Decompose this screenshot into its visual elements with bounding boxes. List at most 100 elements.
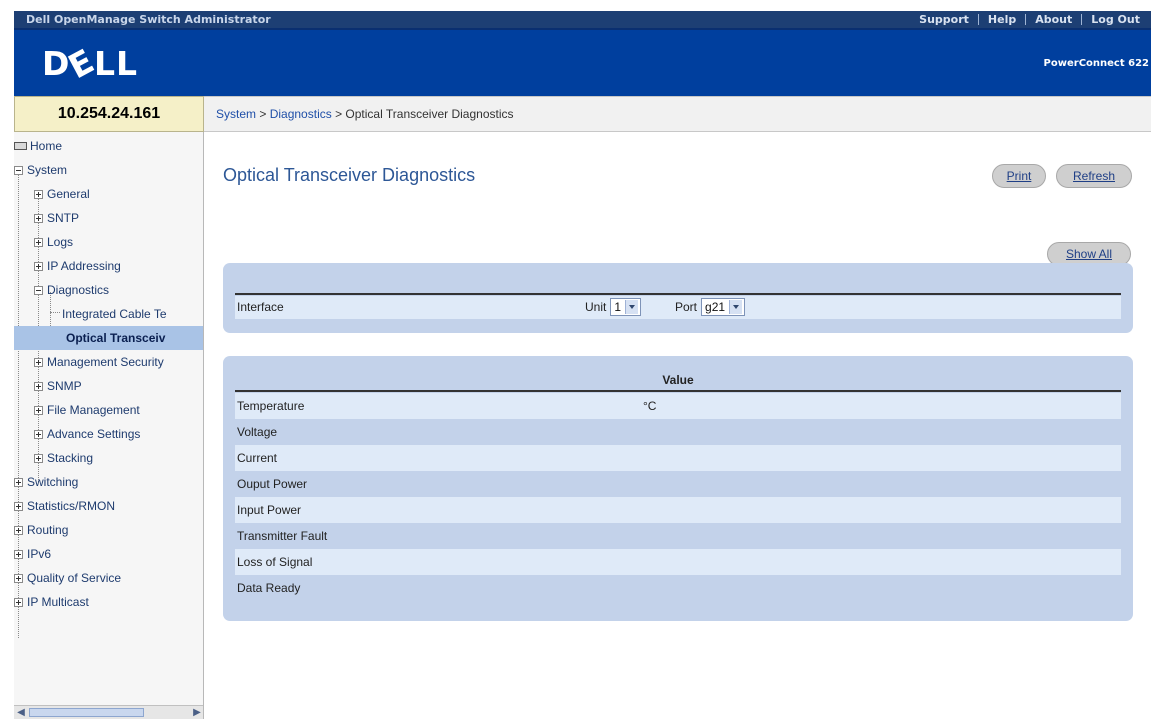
- table-row: Temperature °C: [235, 393, 1121, 419]
- breadcrumb-current: Optical Transceiver Diagnostics: [345, 107, 514, 121]
- refresh-button[interactable]: Refresh: [1056, 164, 1132, 188]
- nav-item-label: Logs: [47, 235, 74, 249]
- unit-select-value: 1: [614, 300, 622, 314]
- nav-item-general[interactable]: General: [34, 182, 90, 206]
- breadcrumb-separator: >: [256, 107, 270, 121]
- scroll-right-arrow-icon[interactable]: ▶: [190, 706, 203, 719]
- port-select[interactable]: g21: [701, 298, 746, 316]
- nav-item-label: SNTP: [47, 211, 80, 225]
- interface-panel: Interface Unit 1 Port g21: [223, 263, 1133, 333]
- nav-item-integrated-cable-test[interactable]: Integrated Cable Te: [62, 302, 167, 326]
- nav-item-switching[interactable]: Switching: [14, 470, 78, 494]
- expand-icon[interactable]: [34, 405, 43, 415]
- breadcrumb-system[interactable]: System: [216, 107, 256, 121]
- main-content: Optical Transceiver Diagnostics Print Re…: [205, 133, 1151, 719]
- nav-item-ip-addressing[interactable]: IP Addressing: [34, 254, 121, 278]
- nav-item-label: Switching: [27, 475, 79, 489]
- expand-icon[interactable]: [14, 525, 23, 535]
- expand-icon[interactable]: [34, 237, 43, 247]
- nav-item-label: General: [47, 187, 90, 201]
- expand-icon[interactable]: [14, 501, 23, 511]
- nav-item-system[interactable]: System: [14, 158, 67, 182]
- nav-item-quality-of-service[interactable]: Quality of Service: [14, 566, 121, 590]
- expand-icon[interactable]: [34, 189, 43, 199]
- port-label: Port: [675, 300, 698, 314]
- expand-icon[interactable]: [34, 357, 43, 367]
- diagnostics-values-panel: Value Temperature °C Voltage Current Oup…: [223, 356, 1133, 621]
- value-column-header: Value: [662, 373, 694, 387]
- row-value: °C: [643, 399, 657, 413]
- dell-logo: DELL: [42, 40, 139, 87]
- page-title: Optical Transceiver Diagnostics: [223, 165, 476, 185]
- switch-ip-address: 10.254.24.161: [14, 96, 204, 132]
- row-label: Current: [237, 451, 278, 465]
- scrollbar-thumb[interactable]: [29, 708, 144, 717]
- expand-icon[interactable]: [14, 549, 23, 559]
- top-bar-strip: Dell OpenManage Switch Administrator Sup…: [14, 11, 1151, 28]
- nav-item-file-management[interactable]: File Management: [34, 398, 140, 422]
- table-row: Ouput Power: [235, 471, 1121, 497]
- nav-item-diagnostics[interactable]: Diagnostics: [34, 278, 109, 302]
- expand-icon[interactable]: [34, 261, 43, 271]
- location-row: 10.254.24.161 System > Diagnostics > Opt…: [0, 96, 1151, 132]
- nav-item-label: IP Multicast: [27, 595, 89, 609]
- nav-item-label: Stacking: [47, 451, 94, 465]
- brand-header: DELL PowerConnect 622: [14, 28, 1151, 96]
- expand-icon[interactable]: [34, 213, 43, 223]
- home-icon: [14, 142, 27, 150]
- expand-icon[interactable]: [34, 381, 43, 391]
- nav-item-stacking[interactable]: Stacking: [34, 446, 93, 470]
- breadcrumb-diagnostics[interactable]: Diagnostics: [270, 107, 332, 121]
- row-label: Transmitter Fault: [237, 529, 328, 543]
- expand-icon[interactable]: [14, 477, 23, 487]
- nav-item-routing[interactable]: Routing: [14, 518, 68, 542]
- log-out-link[interactable]: Log Out: [1082, 13, 1149, 26]
- nav-item-label: Quality of Service: [27, 571, 122, 585]
- about-link[interactable]: About: [1026, 13, 1081, 26]
- nav-item-ip-multicast[interactable]: IP Multicast: [14, 590, 89, 614]
- nav-item-advance-settings[interactable]: Advance Settings: [34, 422, 140, 446]
- table-row: Input Power: [235, 497, 1121, 523]
- expand-icon[interactable]: [34, 429, 43, 439]
- expand-icon[interactable]: [34, 453, 43, 463]
- unit-label: Unit: [585, 300, 607, 314]
- scroll-left-arrow-icon[interactable]: ◀: [14, 706, 28, 719]
- unit-select[interactable]: 1: [610, 298, 642, 316]
- nav-item-label: Optical Transceiv: [66, 331, 166, 345]
- collapse-icon[interactable]: [14, 165, 23, 175]
- table-row: Loss of Signal: [235, 549, 1121, 575]
- panel-divider: [235, 293, 1121, 295]
- nav-item-label: Home: [30, 139, 63, 153]
- top-links: Support Help About Log Out: [910, 11, 1149, 28]
- tree-connector: [50, 312, 60, 313]
- nav-item-snmp[interactable]: SNMP: [34, 374, 82, 398]
- product-name: PowerConnect 622: [1043, 58, 1149, 69]
- nav-item-sntp[interactable]: SNTP: [34, 206, 79, 230]
- help-link[interactable]: Help: [979, 13, 1025, 26]
- chevron-down-icon[interactable]: [729, 300, 743, 314]
- nav-item-label: Routing: [27, 523, 69, 537]
- nav-item-optical-transceiver[interactable]: Optical Transceiv: [14, 326, 203, 350]
- nav-item-label: Advance Settings: [47, 427, 141, 441]
- expand-icon[interactable]: [14, 573, 23, 583]
- nav-horizontal-scrollbar[interactable]: ◀ ▶: [14, 705, 203, 719]
- nav-item-label: Integrated Cable Te: [62, 307, 167, 321]
- collapse-icon[interactable]: [34, 285, 43, 295]
- port-select-value: g21: [705, 300, 726, 314]
- print-button[interactable]: Print: [992, 164, 1046, 188]
- nav-tree: Home System General SNTP Logs IP Address…: [14, 132, 204, 719]
- expand-icon[interactable]: [14, 597, 23, 607]
- chevron-down-icon[interactable]: [625, 300, 639, 314]
- interface-label: Interface: [237, 300, 284, 314]
- nav-item-management-security[interactable]: Management Security: [34, 350, 164, 374]
- unit-control: Unit 1: [585, 298, 642, 316]
- nav-item-logs[interactable]: Logs: [34, 230, 73, 254]
- nav-item-label: Diagnostics: [47, 283, 110, 297]
- nav-item-label: SNMP: [47, 379, 82, 393]
- support-link[interactable]: Support: [910, 13, 978, 26]
- nav-item-ipv6[interactable]: IPv6: [14, 542, 51, 566]
- nav-item-home[interactable]: Home: [14, 134, 62, 158]
- nav-item-statistics-rmon[interactable]: Statistics/RMON: [14, 494, 115, 518]
- row-label: Input Power: [237, 503, 302, 517]
- table-row: Current: [235, 445, 1121, 471]
